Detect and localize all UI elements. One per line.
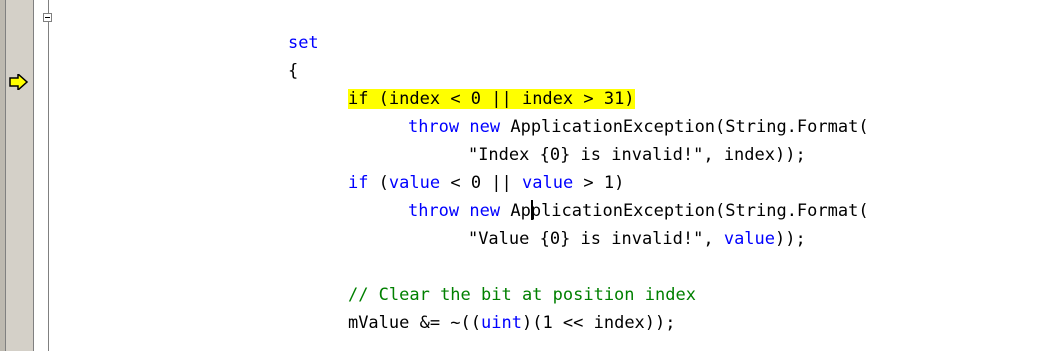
keyword-value: value [723, 229, 776, 249]
keyword-uint: uint [481, 313, 522, 333]
code-line[interactable]: "Value {0} is invalid!", value)); [427, 206, 806, 249]
code-text: )(1 << index)); [521, 313, 676, 333]
code-text: "Value {0} is invalid!", [467, 229, 724, 249]
gutter-separator [5, 0, 6, 351]
outline-margin [35, 0, 49, 351]
code-text: { [287, 61, 299, 81]
code-line[interactable]: { [247, 38, 298, 81]
code-line[interactable]: mValue &= ~((uint)(1 << index)); [307, 290, 676, 333]
code-line[interactable]: "Index {0} is invalid!", index)); [427, 122, 806, 165]
code-line[interactable]: // Clear the bit at position index [307, 262, 696, 305]
outline-line [48, 22, 49, 351]
code-line[interactable]: throw new ApplicationException(String.Fo… [367, 94, 869, 137]
code-editor[interactable]: set { if (index < 0 || index > 31) throw… [0, 0, 1047, 351]
current-statement-line[interactable]: if (index < 0 || index > 31) [307, 66, 635, 109]
keyword-if: if [347, 173, 369, 193]
code-text: mValue &= ~(( [347, 313, 482, 333]
keyword-if: if [347, 89, 369, 109]
collapse-minus-icon[interactable] [43, 13, 52, 22]
code-line[interactable]: throw new ApplicationException(String.Fo… [367, 178, 869, 221]
code-text: )); [775, 229, 806, 249]
code-line[interactable]: if (value < 0 || value > 1) [307, 150, 624, 193]
current-statement-arrow-icon [9, 74, 29, 90]
code-line[interactable]: set [247, 10, 319, 53]
outline-line-top [48, 0, 49, 13]
breakpoint-gutter[interactable] [0, 0, 34, 351]
